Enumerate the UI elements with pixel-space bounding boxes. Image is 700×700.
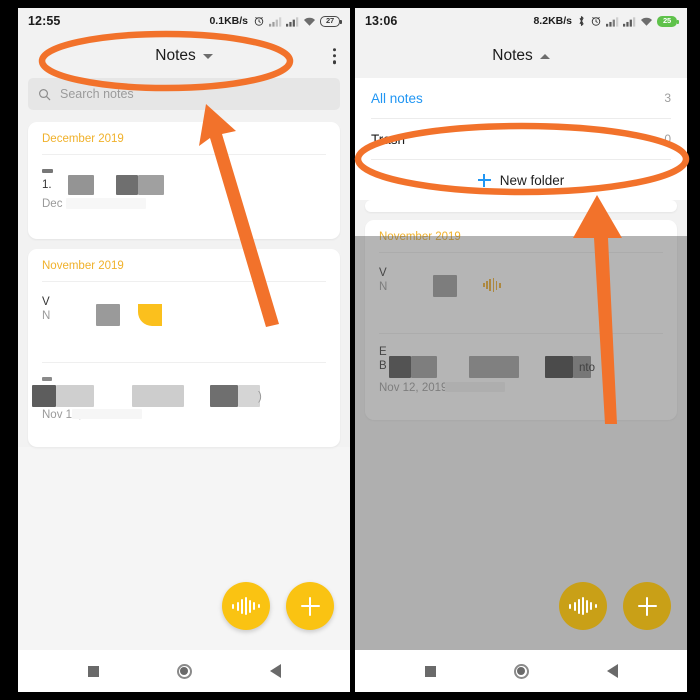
- notes-title-dropdown[interactable]: Notes: [492, 47, 550, 65]
- fab-row: [222, 582, 334, 630]
- wifi-icon: [640, 17, 653, 26]
- wifi-icon: [303, 17, 316, 26]
- voice-note-button[interactable]: [222, 582, 270, 630]
- alarm-icon: [591, 17, 601, 26]
- folder-item-all-notes[interactable]: All notes 3: [355, 78, 687, 118]
- square-icon[interactable]: [87, 665, 99, 677]
- battery-level: 27: [326, 16, 334, 26]
- battery-level: 25: [663, 16, 671, 26]
- fab-row: [559, 582, 671, 630]
- folder-count: 3: [664, 91, 671, 105]
- list-item[interactable]: V N: [28, 282, 340, 362]
- circle-icon[interactable]: [513, 663, 529, 679]
- note-line: N: [42, 310, 51, 322]
- screenshot-stage: 12:55 0.1KB/s 27 Notes Search notes Dece…: [0, 0, 700, 700]
- network-speed-label: 8.2KB/s: [533, 15, 572, 27]
- signal-icon: [286, 16, 299, 27]
- folder-item-trash[interactable]: Trash 0: [355, 119, 687, 159]
- notes-title-dropdown[interactable]: Notes: [155, 47, 213, 65]
- waveform-icon: [232, 597, 260, 615]
- voice-note-button[interactable]: [559, 582, 607, 630]
- chevron-down-icon: [202, 53, 213, 59]
- list-item[interactable]: ) Nov 12, 2019: [28, 363, 340, 447]
- more-options-icon[interactable]: [332, 48, 336, 64]
- signal-icon: [269, 16, 282, 27]
- new-folder-label: New folder: [499, 172, 565, 188]
- list-item[interactable]: 1. Dec 23, 2019 6:19: [28, 155, 340, 239]
- new-folder-button[interactable]: New folder: [355, 160, 687, 200]
- system-nav-bar: [18, 650, 350, 692]
- bluetooth-icon: [579, 16, 584, 26]
- search-placeholder: Search notes: [60, 87, 134, 101]
- status-bar: 13:06 8.2KB/s 25: [355, 8, 687, 34]
- folder-count: 0: [664, 132, 671, 146]
- app-bar: Notes: [355, 34, 687, 78]
- square-icon[interactable]: [424, 665, 436, 677]
- system-nav-bar: [355, 650, 687, 692]
- signal-icon: [623, 16, 636, 27]
- folder-label: Trash: [371, 131, 406, 147]
- circle-icon[interactable]: [176, 663, 192, 679]
- right-phone-screen: 13:06 8.2KB/s 25 Notes All notes 3 Trash…: [355, 8, 687, 692]
- note-month-card: November 2019 V N ) Nov: [28, 249, 340, 447]
- search-input[interactable]: Search notes: [28, 78, 340, 110]
- page-title: Notes: [492, 47, 533, 64]
- note-month-card: [365, 200, 677, 212]
- page-title: Notes: [155, 47, 196, 64]
- plus-icon: [637, 596, 657, 616]
- month-header: November 2019: [42, 260, 124, 272]
- alarm-icon: [254, 17, 264, 26]
- battery-icon: 27: [320, 15, 342, 27]
- waveform-icon: [569, 597, 597, 615]
- signal-icon: [606, 16, 619, 27]
- search-section: Search notes: [18, 78, 350, 116]
- note-month-card: December 2019 1. Dec 23, 2019 6:19: [28, 122, 340, 239]
- status-bar: 12:55 0.1KB/s 27: [18, 8, 350, 34]
- new-note-button[interactable]: [286, 582, 334, 630]
- battery-icon: 25: [657, 15, 679, 27]
- month-header: December 2019: [42, 133, 124, 145]
- plus-icon: [300, 596, 320, 616]
- status-time: 13:06: [365, 14, 398, 28]
- search-icon: [39, 88, 51, 100]
- note-line: 1.: [42, 179, 52, 191]
- folder-label: All notes: [371, 90, 423, 106]
- triangle-back-icon[interactable]: [269, 664, 281, 678]
- app-bar: Notes: [18, 34, 350, 78]
- left-phone-screen: 12:55 0.1KB/s 27 Notes Search notes Dece…: [18, 8, 350, 692]
- triangle-back-icon[interactable]: [606, 664, 618, 678]
- folder-dropdown: All notes 3 Trash 0 New folder: [355, 78, 687, 200]
- plus-icon: [477, 173, 491, 187]
- chevron-up-icon: [539, 53, 550, 59]
- new-note-button[interactable]: [623, 582, 671, 630]
- notes-list: December 2019 1. Dec 23, 2019 6:19 Novem…: [18, 116, 350, 447]
- status-time: 12:55: [28, 14, 61, 28]
- network-speed-label: 0.1KB/s: [209, 15, 248, 27]
